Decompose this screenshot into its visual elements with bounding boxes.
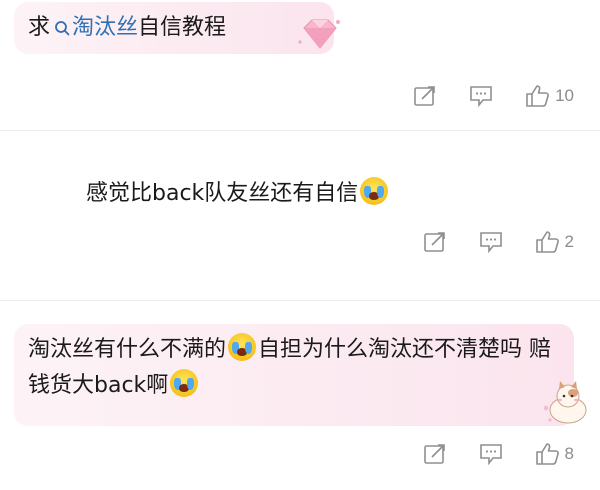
like-button[interactable]: 10: [525, 84, 574, 108]
share-button[interactable]: [423, 443, 447, 465]
comment-3: 淘汰丝有什么不满的 自担为什么淘汰还不清楚吗 赔钱货大back啊 8: [0, 310, 600, 490]
like-button[interactable]: 8: [535, 442, 574, 466]
comment-prefix: 求: [28, 15, 51, 40]
share-button[interactable]: [413, 85, 437, 107]
comment-actions: 2: [391, 228, 574, 256]
thumbs-up-icon: [535, 443, 559, 465]
thumbs-up-icon: [535, 231, 559, 253]
comment-body-part: 淘汰丝有什么不满的: [28, 337, 227, 362]
search-link[interactable]: 淘汰丝: [72, 15, 138, 40]
thumbs-up-icon: [526, 85, 549, 107]
comment-1: 求淘汰丝自信教程 10: [0, 0, 600, 128]
comment-body: 感觉比back队友丝还有自信: [86, 181, 359, 206]
divider: [0, 300, 600, 301]
reply-button[interactable]: [469, 85, 493, 107]
share-icon: [423, 232, 445, 252]
reply-button[interactable]: [479, 443, 503, 465]
comment-suffix: 自信教程: [138, 15, 227, 40]
comment-text: 感觉比back队友丝还有自信: [86, 176, 390, 212]
comment-icon: [479, 232, 502, 253]
like-count: 8: [564, 444, 574, 463]
comment-icon: [479, 444, 502, 465]
like-count: 2: [564, 232, 574, 251]
reply-button[interactable]: [479, 231, 503, 253]
crying-emoji-icon: [170, 369, 199, 397]
comment-actions: 8: [391, 440, 574, 468]
comment-text: 淘汰丝有什么不满的 自担为什么淘汰还不清楚吗 赔钱货大back啊: [28, 332, 563, 404]
share-icon: [414, 86, 435, 106]
comment-actions: 10: [381, 82, 574, 110]
like-count: 10: [555, 86, 574, 105]
share-button[interactable]: [423, 231, 447, 253]
comment-text: 求淘汰丝自信教程: [28, 10, 226, 48]
crying-emoji-icon: [360, 177, 389, 205]
share-icon: [423, 444, 445, 464]
cat-decoration-icon: [540, 380, 592, 432]
crying-emoji-icon: [228, 333, 257, 361]
search-icon: [54, 12, 70, 48]
comment-icon: [470, 86, 492, 107]
comment-2: 感觉比back队友丝还有自信 2: [0, 150, 600, 270]
gem-decoration-icon: [296, 14, 344, 58]
divider: [0, 130, 600, 131]
like-button[interactable]: 2: [535, 230, 574, 254]
